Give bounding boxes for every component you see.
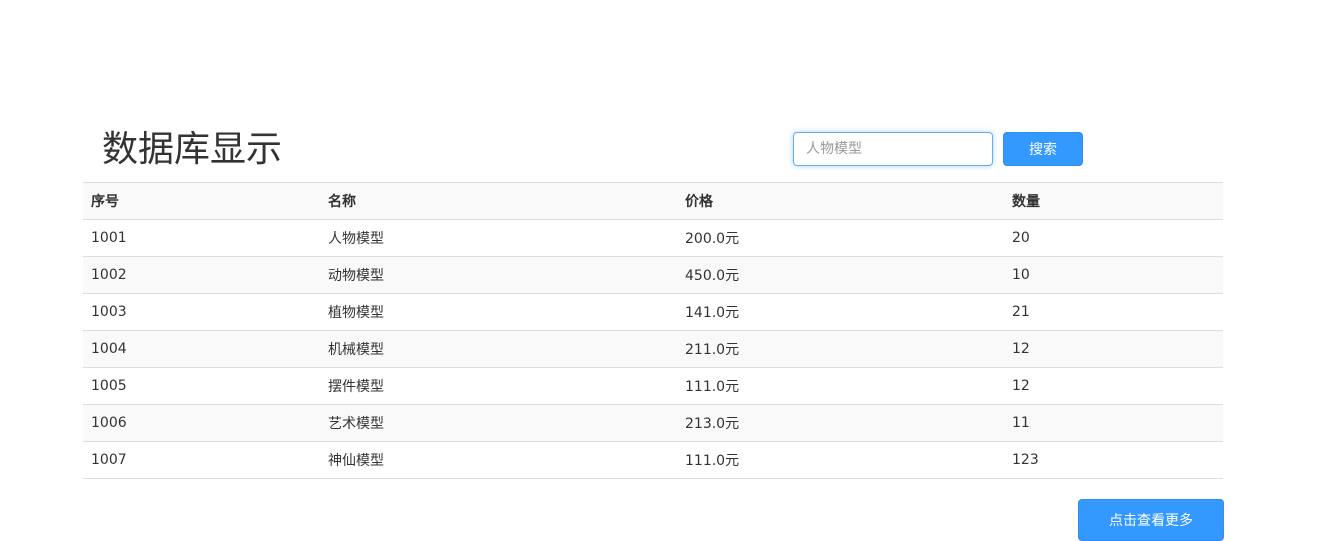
cell-id: 1004 [83,330,320,368]
page: 数据库显示 搜索 序号 名称 价格 数量 1001 人物模型 200.0元 20… [0,0,1320,541]
search-button[interactable]: 搜索 [1003,132,1083,166]
cell-price: 200.0元 [677,219,1004,257]
table-row: 1003 植物模型 141.0元 21 [83,293,1223,331]
table-row: 1001 人物模型 200.0元 20 [83,219,1223,257]
cell-price: 111.0元 [677,367,1004,405]
cell-quantity: 10 [1004,256,1223,294]
table-row: 1002 动物模型 450.0元 10 [83,256,1223,294]
cell-quantity: 21 [1004,293,1223,331]
cell-name: 动物模型 [320,256,677,294]
column-header-id: 序号 [83,182,320,220]
cell-name: 植物模型 [320,293,677,331]
cell-id: 1007 [83,441,320,479]
page-title: 数据库显示 [102,129,283,170]
table-row: 1004 机械模型 211.0元 12 [83,330,1223,368]
data-table: 序号 名称 价格 数量 1001 人物模型 200.0元 20 1002 动物模… [83,182,1223,479]
cell-price: 211.0元 [677,330,1004,368]
cell-price: 141.0元 [677,293,1004,331]
cell-price: 213.0元 [677,404,1004,442]
cell-price: 450.0元 [677,256,1004,294]
table-header-row: 序号 名称 价格 数量 [83,182,1223,220]
cell-name: 艺术模型 [320,404,677,442]
cell-name: 机械模型 [320,330,677,368]
view-more-button[interactable]: 点击查看更多 [1078,499,1224,541]
cell-id: 1002 [83,256,320,294]
table-row: 1005 摆件模型 111.0元 12 [83,367,1223,405]
table-row: 1006 艺术模型 213.0元 11 [83,404,1223,442]
cell-quantity: 123 [1004,441,1223,479]
cell-id: 1006 [83,404,320,442]
cell-name: 人物模型 [320,219,677,257]
cell-id: 1005 [83,367,320,405]
cell-name: 神仙模型 [320,441,677,479]
cell-quantity: 11 [1004,404,1223,442]
column-header-quantity: 数量 [1004,182,1223,220]
cell-price: 111.0元 [677,441,1004,479]
table-row: 1007 神仙模型 111.0元 123 [83,441,1223,479]
cell-quantity: 12 [1004,330,1223,368]
cell-name: 摆件模型 [320,367,677,405]
cell-quantity: 20 [1004,219,1223,257]
column-header-name: 名称 [320,182,677,220]
cell-id: 1003 [83,293,320,331]
cell-quantity: 12 [1004,367,1223,405]
search-input[interactable] [793,132,993,166]
cell-id: 1001 [83,219,320,257]
column-header-price: 价格 [677,182,1004,220]
